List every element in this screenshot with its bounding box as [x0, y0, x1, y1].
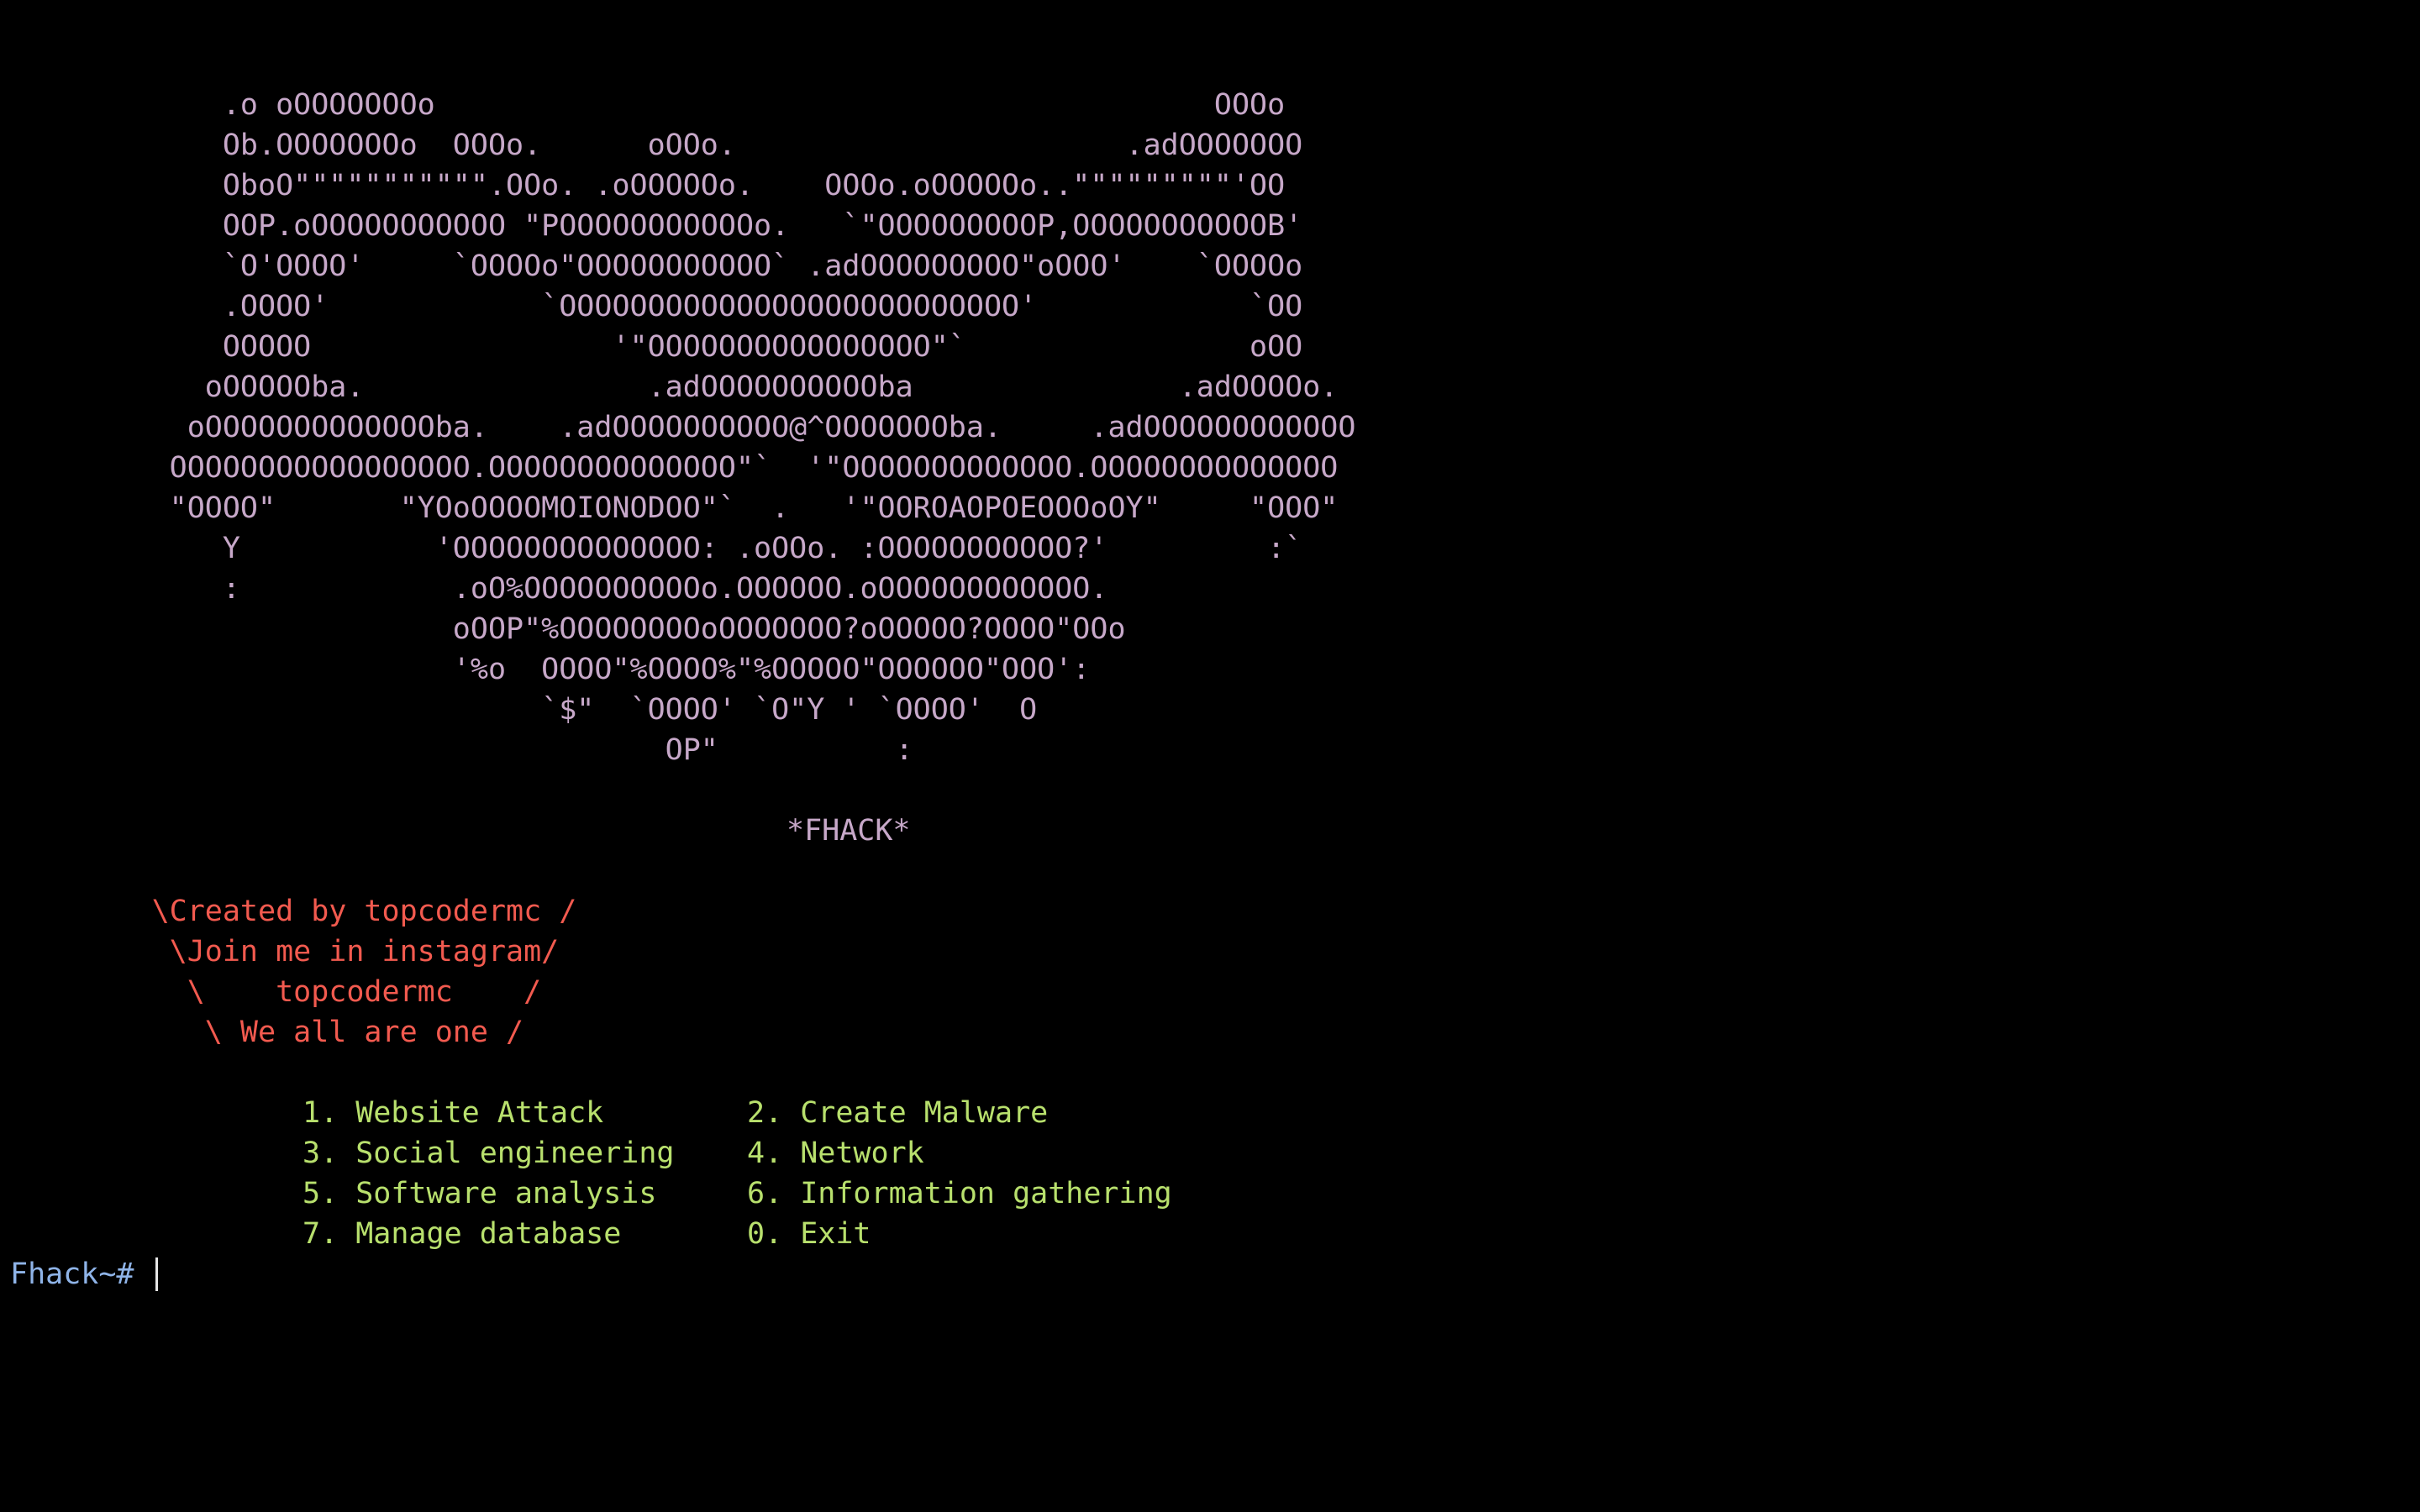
- ascii-art-line: `$" `OOOO' `O"Y ' `OOOO' O: [10, 693, 1038, 727]
- ascii-art-line: Y 'OOOOOOOOOOOOOO: .oOOo. :OOOOOOOOOOO?'…: [10, 532, 1303, 565]
- menu-item-social-engineering: 3. Social engineering: [302, 1137, 675, 1170]
- ascii-art-line: oOOOOOOOOOOOOOba. .adOOOOOOOOOO@^OOOOOOO…: [10, 411, 1356, 444]
- ascii-art-line: `O'OOOO' `OOOOo"OOOOOOOOOOO` .adOOOOOOOO…: [10, 249, 1303, 283]
- credit-line: \Created by topcodermc /: [10, 895, 577, 928]
- ascii-art-line: OOOOO '"OOOOOOOOOOOOOOOO"` oOO: [10, 330, 1303, 364]
- ascii-art-line: oOOOOOba. .adOOOOOOOOOOba .adOOOOo.: [10, 370, 1339, 404]
- credit-line: \Join me in instagram/: [10, 935, 560, 969]
- menu-item-software-analysis: 5. Software analysis: [302, 1177, 657, 1210]
- ascii-art-line: "OOOO" "YOoOOOOMOIONODOO"` . '"OOROAOPOE…: [10, 491, 1339, 525]
- menu-item-information-gathering: 6. Information gathering: [747, 1177, 1172, 1210]
- menu-item-manage-database: 7. Manage database: [302, 1217, 622, 1251]
- banner-title: *FHACK*: [786, 814, 911, 848]
- menu-item-network: 4. Network: [747, 1137, 924, 1170]
- ascii-art-line: '%o OOOO"%OOOO%"%OOOOO"OOOOOO"OOO':: [10, 653, 1091, 686]
- ascii-art-line: OboO""""""""""".OOo. .oOOOOOo. OOOo.oOOO…: [10, 169, 1286, 202]
- ascii-art-line: OOOOOOOOOOOOOOOOO.OOOOOOOOOOOOOO"` '"OOO…: [10, 451, 1339, 485]
- credit-line: \ We all are one /: [10, 1016, 524, 1049]
- ascii-art-line: oOOP"%OOOOOOOOoOOOOOOO?oOOOOO?OOOO"OOo: [10, 612, 1126, 646]
- terminal-window[interactable]: .o oOOOOOOOo OOOo Ob.OOOOOOOo OOOo. oOOo…: [0, 0, 2420, 1512]
- credit-line: \ topcodermc /: [10, 975, 542, 1009]
- menu-item-exit: 0. Exit: [747, 1217, 871, 1251]
- text-cursor[interactable]: [155, 1257, 158, 1291]
- ascii-art-line: Ob.OOOOOOOo OOOo. oOOo. .adOOOOOOO: [10, 129, 1303, 162]
- prompt-label: Fhack~#: [10, 1257, 152, 1291]
- ascii-art-line: : .oO%OOOOOOOOOOo.OOOOOO.oOOOOOOOOOOOO.: [10, 572, 1108, 606]
- ascii-art-line: .OOOO' `OOOOOOOOOOOOOOOOOOOOOOOOOO' `OO: [10, 290, 1303, 323]
- command-prompt[interactable]: Fhack~#: [10, 1254, 158, 1294]
- menu-item-website-attack: 1. Website Attack: [302, 1096, 604, 1130]
- ascii-art-line: OOP.oOOOOOOOOOOO "POOOOOOOOOOOo. `"OOOOO…: [10, 209, 1303, 243]
- ascii-art-line: .o oOOOOOOOo OOOo: [10, 88, 1286, 122]
- ascii-art-line: OP" :: [10, 733, 913, 767]
- menu-item-create-malware: 2. Create Malware: [747, 1096, 1049, 1130]
